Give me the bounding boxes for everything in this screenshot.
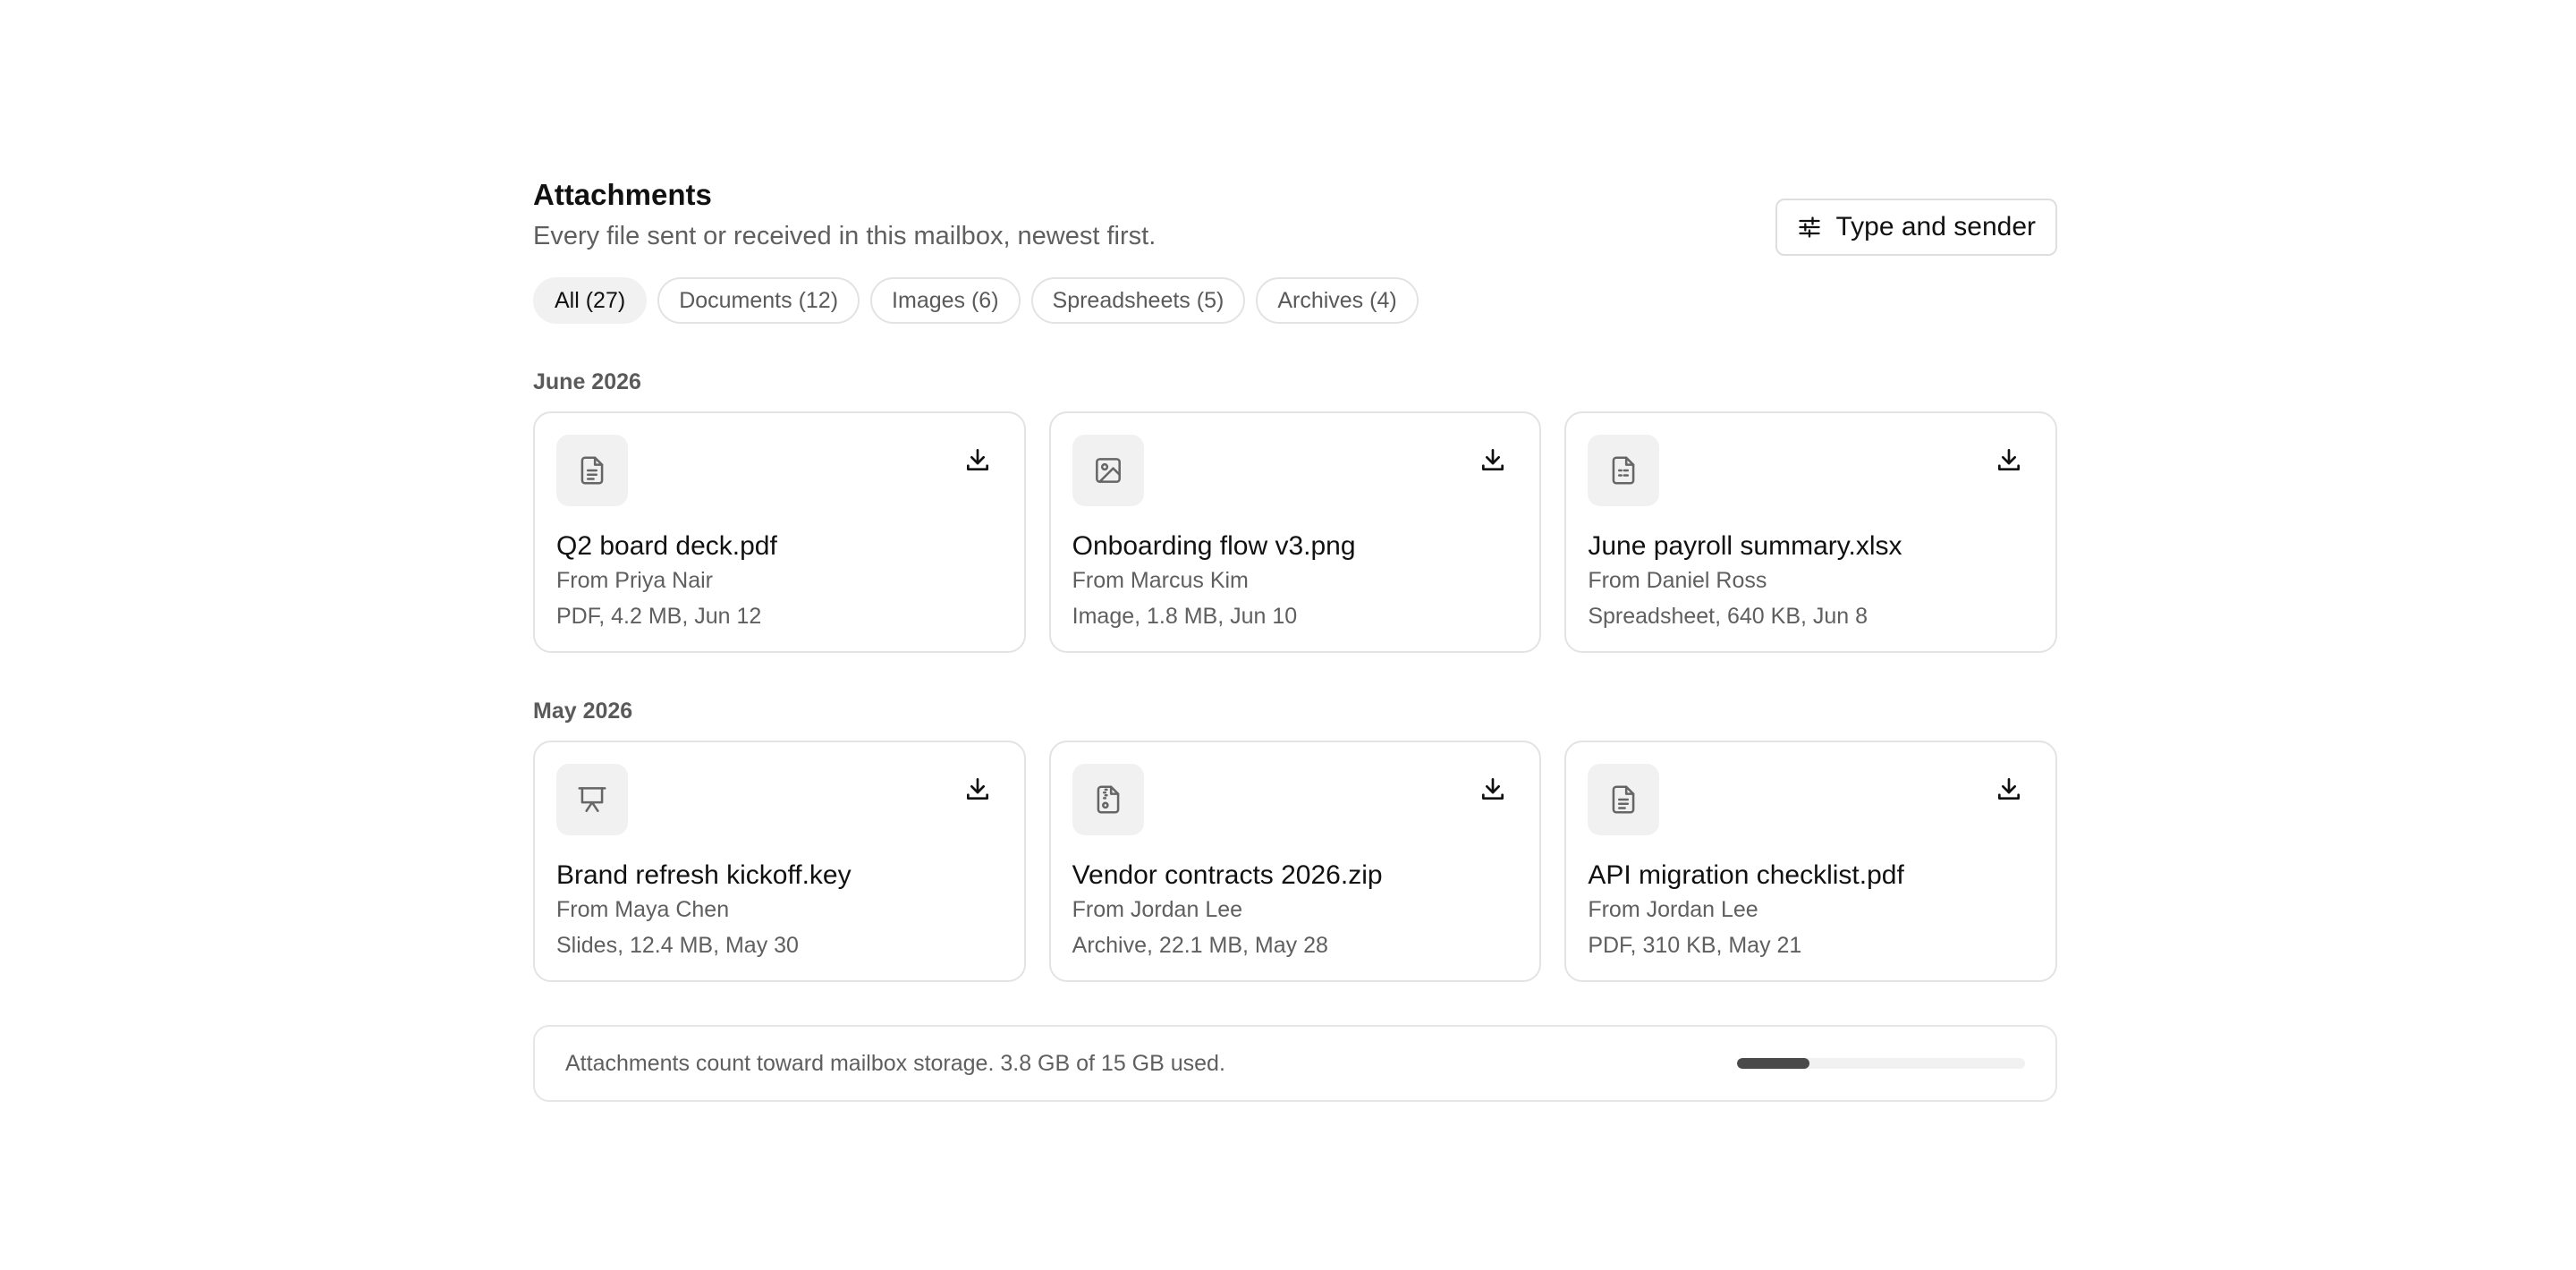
download-icon[interactable] [963,775,992,803]
file-sender: From Jordan Lee [1072,897,1243,922]
attachment-card[interactable]: Q2 board deck.pdf From Priya Nair PDF, 4… [533,411,1026,653]
download-icon[interactable] [963,445,992,474]
file-meta: Slides, 12.4 MB, May 30 [556,933,799,958]
file-thumbnail [1588,764,1660,835]
file-thumbnail [556,764,628,835]
archive-icon [1097,785,1120,814]
image-icon [1095,458,1121,483]
section-label-may-2026: May 2026 [533,698,633,724]
attachment-card[interactable]: June payroll summary.xlsx From Daniel Ro… [1564,411,2057,653]
download-icon[interactable] [1479,775,1507,803]
download-icon[interactable] [1995,775,2023,803]
chip-images[interactable]: Images (6) [870,277,1021,324]
attachment-card[interactable]: API migration checklist.pdf From Jordan … [1564,741,2057,982]
document-icon [1612,785,1635,814]
attachment-card[interactable]: Vendor contracts 2026.zip From Jordan Le… [1048,741,1542,982]
file-name: June payroll summary.xlsx [1588,531,1902,561]
presentation-icon [578,787,606,812]
file-name: Onboarding flow v3.png [1072,531,1356,561]
attachments-panel: Attachments Every file sent or received … [533,175,2057,1102]
file-sender: From Priya Nair [556,568,714,593]
file-meta: Archive, 22.1 MB, May 28 [1072,933,1328,958]
file-thumbnail [1072,435,1144,506]
file-sender: From Jordan Lee [1588,897,1758,922]
storage-progress-fill [1737,1058,1810,1069]
file-meta: PDF, 310 KB, May 21 [1588,933,1802,958]
file-meta: PDF, 4.2 MB, Jun 12 [556,604,762,629]
file-sender: From Daniel Ross [1588,568,1767,593]
download-icon[interactable] [1995,445,2023,474]
file-thumbnail [556,435,628,506]
type-and-sender-filter-button[interactable]: Type and sender [1775,199,2057,256]
storage-usage-text: Attachments count toward mailbox storage… [565,1050,1225,1076]
section-label-june-2026: June 2026 [533,369,641,394]
attachment-card[interactable]: Onboarding flow v3.png From Marcus Kim I… [1048,411,1542,653]
file-sender: From Maya Chen [556,897,730,922]
chip-documents[interactable]: Documents (12) [657,277,860,324]
file-name: Vendor contracts 2026.zip [1072,860,1383,890]
file-thumbnail [1072,764,1144,835]
storage-footer: Attachments count toward mailbox storage… [533,1025,2057,1102]
file-meta: Image, 1.8 MB, Jun 10 [1072,604,1298,629]
storage-progress-bar [1737,1058,2025,1069]
chip-archives[interactable]: Archives (4) [1256,277,1419,324]
header: Attachments Every file sent or received … [533,175,2057,258]
spreadsheet-icon [1612,456,1635,485]
file-name: Brand refresh kickoff.key [556,860,852,890]
file-thumbnail [1588,435,1660,506]
attachments-grid-june-2026: Q2 board deck.pdf From Priya Nair PDF, 4… [533,411,2057,653]
file-name: API migration checklist.pdf [1588,860,1904,890]
file-meta: Spreadsheet, 640 KB, Jun 8 [1588,604,1868,629]
file-sender: From Marcus Kim [1072,568,1249,593]
attachment-card[interactable]: Brand refresh kickoff.key From Maya Chen… [533,741,1026,982]
attachments-grid-may-2026: Brand refresh kickoff.key From Maya Chen… [533,741,2057,982]
chip-all[interactable]: All (27) [533,277,648,324]
document-icon [580,456,604,485]
filter-button-label: Type and sender [1835,212,2037,241]
chip-spreadsheets[interactable]: Spreadsheets (5) [1030,277,1246,324]
filter-chips: All (27) Documents (12) Images (6) Sprea… [533,277,2057,324]
sliders-icon [1798,216,1820,238]
download-icon[interactable] [1479,445,1507,474]
file-name: Q2 board deck.pdf [556,531,777,561]
